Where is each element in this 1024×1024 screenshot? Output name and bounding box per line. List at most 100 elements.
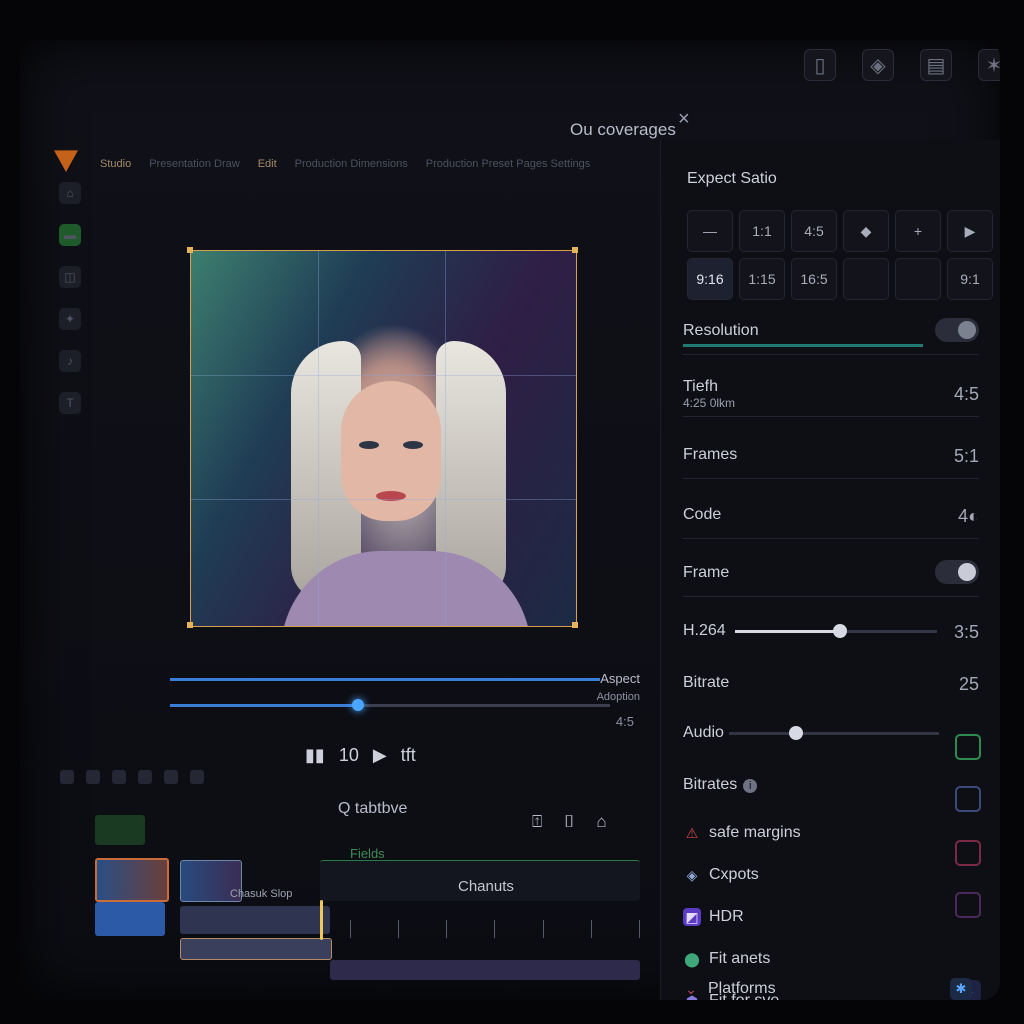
resolution-toggle[interactable] [935,318,979,342]
ratio-option[interactable]: — [687,210,733,252]
bitrate-label: Bitrate [683,674,730,691]
video-clip[interactable] [95,902,165,936]
h264-slider-knob[interactable] [833,624,848,638]
media-icon[interactable]: ▬ [59,224,81,246]
text-icon[interactable]: T [59,392,81,414]
star-icon[interactable]: ✶ [978,49,1000,81]
info-icon[interactable]: i [743,779,758,793]
tool-icon[interactable] [86,770,100,784]
feature-platforms[interactable]: ⌄ Platforms [682,980,775,998]
ratio-option[interactable]: ▶ [947,210,993,252]
code-value[interactable]: 4◐ [958,506,979,527]
bitrates-row: Bitrates i [683,762,979,808]
tab-presentation[interactable]: Presentation Draw [149,158,240,170]
ratio-option-selected[interactable]: 9:16 [687,258,733,300]
clip-label: Fields [350,846,385,861]
clip-label: Chasuk Slop [230,888,293,900]
effects-icon[interactable]: ✦ [59,308,81,330]
frame-row: Frame [683,550,979,597]
h264-slider[interactable] [735,624,937,638]
frame-back-icon[interactable]: ▮▮ [305,745,325,766]
bitrates-label: Bitrates i [683,776,758,794]
slash-icon[interactable] [955,840,981,866]
feature-exports[interactable]: ◈ Cxpots [683,866,759,884]
tool-icon[interactable] [190,770,204,784]
tab-dimensions[interactable]: Production Dimensions [295,158,408,170]
playhead[interactable] [320,900,323,940]
crop-handle[interactable] [572,622,578,628]
aspect-ratio-grid: — 1:1 4:5 ◆ + ▶ 9:16 1:15 16:5 9:1 [687,210,993,300]
tab-presets[interactable]: Production Preset Pages Settings [426,158,590,170]
ratio-option[interactable]: + [895,210,941,252]
document-icon[interactable]: ▯ [804,49,836,81]
frames-label: Frames [683,446,738,463]
close-icon[interactable]: × [678,108,690,131]
ratio-option[interactable]: ◆ [843,210,889,252]
audio-slider-knob[interactable] [789,726,804,740]
tool-icon[interactable] [112,770,126,784]
feature-hdr[interactable]: ◩ HDR [683,908,744,926]
hexagon-icon[interactable] [955,892,981,918]
split-icon[interactable]: ⍐ [532,812,542,832]
video-clip[interactable] [95,858,169,902]
coverage-label[interactable]: Ou coverages [570,120,676,140]
audio-clip[interactable] [180,938,332,960]
ratio-option[interactable] [895,258,941,300]
book-icon[interactable]: ▤ [920,49,952,81]
badge-icon[interactable]: ◈ [862,49,894,81]
crop-handle[interactable] [187,247,193,253]
crop-handle[interactable] [572,247,578,253]
warning-icon: ⚠ [685,824,699,841]
ratio-option[interactable]: 16:5 [791,258,837,300]
timeline-track[interactable] [330,960,640,980]
tab-edit[interactable]: Edit [258,158,277,170]
square-icon[interactable] [955,786,981,812]
ruler-tick [398,920,400,938]
range-track[interactable] [170,678,600,681]
ratio-option[interactable]: 1:15 [739,258,785,300]
sparkle-icon[interactable]: ✱ [950,978,972,1000]
grid-line [191,498,576,500]
fit-icon: ⬤ [684,950,700,967]
audio-clip[interactable] [180,906,330,934]
feature-fit-anets[interactable]: ⬤ Fit anets [683,950,770,968]
tab-studio[interactable]: Studio [100,158,131,170]
audio-row: Audio [683,710,979,756]
code-row: Code 4◐ [683,492,979,539]
h264-value[interactable]: 3:5 [954,622,979,643]
home-icon[interactable]: ⌂ [596,812,606,832]
ratio-option[interactable]: 1:1 [739,210,785,252]
transport-controls: ▮▮ 10 ▶ tft [305,745,416,766]
frames-row: Frames 5:1 [683,432,979,479]
playhead-knob[interactable] [352,699,364,711]
track-header[interactable] [95,815,145,845]
frame-forward-label[interactable]: tft [401,745,416,766]
home-icon[interactable]: ⌂ [59,182,81,204]
tiefh-value[interactable]: 4:5 [954,384,979,405]
feature-safe-margins[interactable]: ⚠ safe margins [683,824,801,842]
audio-slider[interactable] [729,726,939,740]
audio-icon[interactable]: ♪ [59,350,81,372]
tool-icon[interactable] [164,770,178,784]
crop-handle[interactable] [187,622,193,628]
grid-line [191,374,576,376]
frames-value[interactable]: 5:1 [954,446,979,467]
frame-toggle[interactable] [935,560,979,584]
ruler-tick [638,920,640,938]
ratio-option[interactable] [843,258,889,300]
play-icon[interactable]: ▶ [373,745,387,766]
shape-icon[interactable] [955,734,981,760]
book-icon[interactable]: ⌷ [564,812,574,832]
ratio-option[interactable]: 4:5 [791,210,837,252]
tool-icon[interactable] [60,770,74,784]
ratio-option[interactable]: 9:1 [947,258,993,300]
ruler-tick [350,920,351,938]
bitrate-value[interactable]: 25 [959,674,979,695]
skip-label[interactable]: 10 [339,745,359,766]
layers-icon[interactable]: ◫ [59,266,81,288]
video-preview[interactable] [190,250,577,627]
tiefh-row: Tiefh 4:25 0lkm 4:5 [683,370,979,417]
timeline-title: Q tabtbve [338,800,408,817]
tool-icon[interactable] [138,770,152,784]
feature-label: safe margins [709,824,801,841]
